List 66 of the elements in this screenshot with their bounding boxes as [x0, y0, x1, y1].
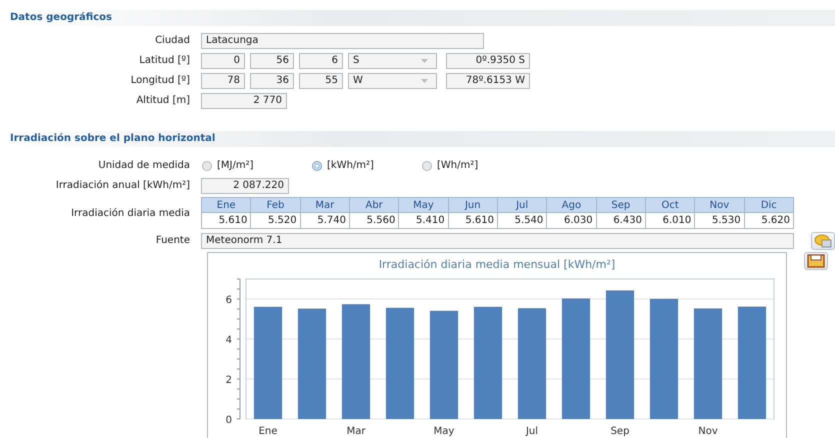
field-label: Latitud [º] — [138, 55, 191, 66]
minutes-field[interactable]: 36 — [250, 72, 294, 88]
field-label: Altitud [m] — [135, 95, 191, 106]
table-cell[interactable]: 5.410 — [398, 212, 448, 228]
decimal-field: 0º.9350 S — [446, 52, 530, 68]
month-header: Nov — [694, 198, 744, 212]
month-header: Ago — [546, 198, 596, 212]
month-header: Jul — [497, 198, 547, 212]
degrees-field[interactable]: 78 — [201, 72, 245, 88]
month-header: Ene — [202, 198, 251, 212]
unit-radio[interactable]: [Wh/m²] — [422, 160, 526, 171]
database-icon — [814, 234, 832, 248]
y-tick-label: 6 — [226, 295, 232, 306]
table-cell[interactable]: 5.740 — [300, 212, 350, 228]
month-header: Sep — [596, 198, 646, 212]
city-field[interactable]: Latacunga — [201, 32, 484, 48]
save-icon — [807, 254, 825, 268]
source-field[interactable]: Meteonorm 7.1 — [201, 232, 794, 248]
table-cell[interactable]: 5.540 — [497, 212, 547, 228]
field-label: Irradiación anual [kWh/m²] — [54, 180, 191, 191]
x-tick-label: Sep — [610, 426, 630, 437]
caret-icon — [421, 78, 428, 82]
month-header: Jun — [448, 198, 498, 212]
chart-title: Irradiación diaria media mensual [kWh/m²] — [378, 258, 616, 271]
x-tick-label: Ene — [258, 426, 278, 437]
table-cell[interactable]: 6.010 — [645, 212, 695, 228]
y-tick-label: 0 — [226, 415, 232, 426]
database-button[interactable] — [811, 232, 835, 250]
unit-radio[interactable]: [kWh/m²] — [312, 160, 416, 171]
minutes-field[interactable]: 56 — [250, 52, 294, 68]
caret-icon — [421, 58, 428, 62]
hemisphere-dropdown[interactable]: W — [348, 72, 437, 88]
seconds-field[interactable]: 55 — [299, 72, 343, 88]
degrees-field[interactable]: 0 — [201, 52, 245, 68]
save-button[interactable] — [804, 252, 828, 270]
seconds-field[interactable]: 6 — [299, 52, 343, 68]
x-tick-label: Mar — [346, 426, 366, 437]
y-tick-label: 4 — [226, 335, 232, 346]
unit-radio[interactable]: [MJ/m²] — [202, 160, 306, 171]
table-cell[interactable]: 5.520 — [250, 212, 300, 228]
x-tick-label: Nov — [698, 426, 718, 437]
table-cell[interactable]: 6.030 — [546, 212, 596, 228]
table-cell[interactable]: 5.610 — [448, 212, 498, 228]
field-label: Ciudad — [154, 35, 191, 46]
month-header: Oct — [645, 198, 695, 212]
field-label: Longitud [º] — [130, 75, 191, 86]
field-label: Unidad de medida — [97, 160, 191, 171]
field-label: Fuente — [154, 235, 191, 246]
table-cell[interactable]: 5.610 — [202, 212, 251, 228]
field-label: Irradiación diaria media — [70, 208, 191, 218]
annual-field: 2 087.220 — [201, 178, 289, 194]
month-header: Feb — [250, 198, 300, 212]
month-header: May — [398, 198, 448, 212]
y-tick-label: 2 — [226, 375, 232, 386]
month-header: Dic — [744, 198, 794, 212]
x-tick-label: Jul — [526, 426, 538, 437]
x-tick-label: May — [434, 426, 454, 437]
table-cell[interactable]: 5.560 — [349, 212, 399, 228]
altitude-field[interactable]: 2 770 — [201, 92, 287, 108]
hemisphere-dropdown[interactable]: S — [348, 52, 437, 68]
table-cell[interactable]: 6.430 — [596, 212, 646, 228]
decimal-field: 78º.6153 W — [446, 72, 530, 88]
table-cell[interactable]: 5.620 — [744, 212, 794, 228]
table-cell[interactable]: 5.530 — [694, 212, 744, 228]
month-header: Mar — [300, 198, 350, 212]
month-header: Abr — [349, 198, 399, 212]
